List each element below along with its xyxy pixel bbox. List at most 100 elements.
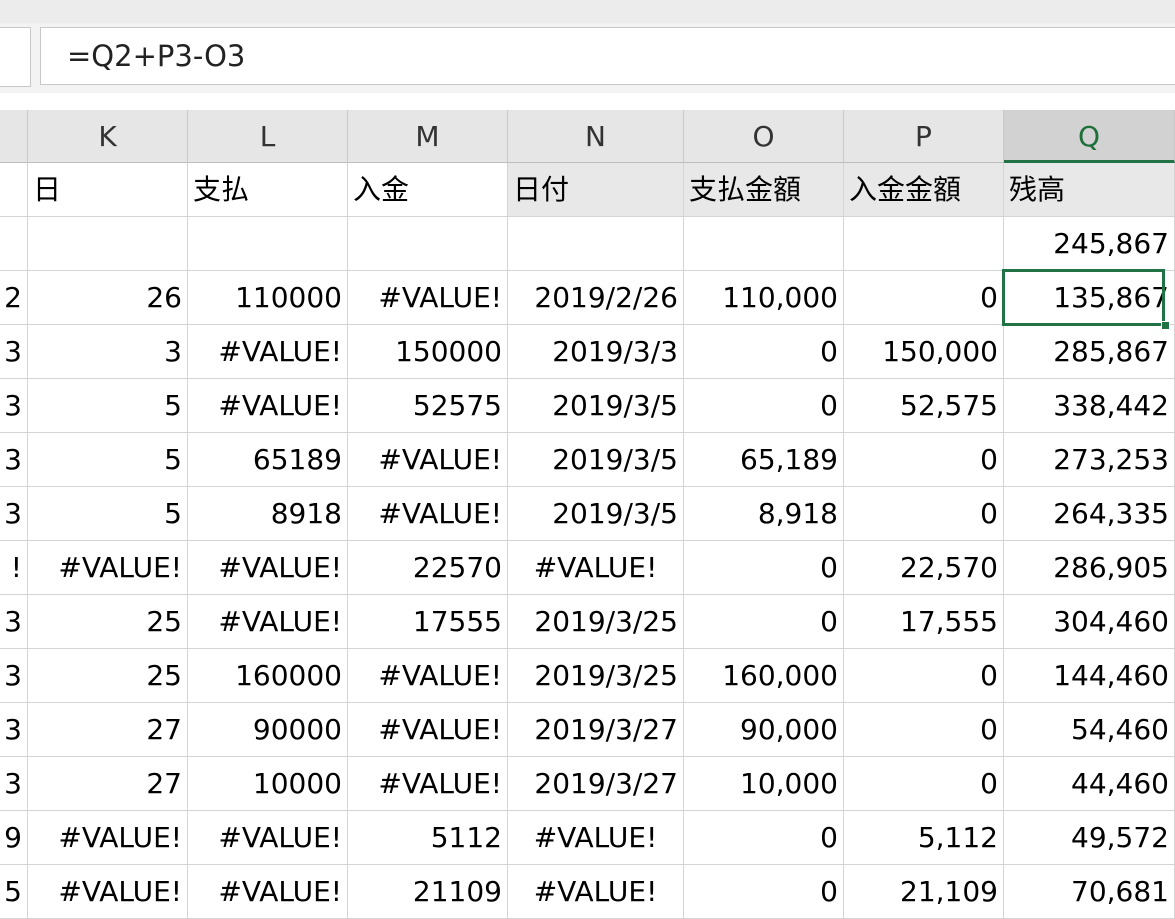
- cell-l[interactable]: #VALUE!: [188, 811, 348, 865]
- cell-o[interactable]: 0: [684, 811, 844, 865]
- cell-q[interactable]: 70,681: [1004, 865, 1175, 919]
- cell-m[interactable]: 150000: [348, 325, 508, 379]
- cell-k[interactable]: 25: [28, 595, 188, 649]
- cell-m[interactable]: #VALUE!: [348, 433, 508, 487]
- cell-m[interactable]: 21109: [348, 865, 508, 919]
- cell-j[interactable]: [0, 217, 28, 271]
- cell-l[interactable]: #VALUE!: [188, 865, 348, 919]
- cell-o[interactable]: 0: [684, 541, 844, 595]
- cell-l[interactable]: 90000: [188, 703, 348, 757]
- cell-p[interactable]: 52,575: [844, 379, 1004, 433]
- cell-q[interactable]: 286,905: [1004, 541, 1175, 595]
- cell-j[interactable]: 9: [0, 811, 28, 865]
- column-header-n[interactable]: N: [508, 110, 684, 163]
- cell-l[interactable]: 10000: [188, 757, 348, 811]
- cell-j[interactable]: 3: [0, 487, 28, 541]
- cell-m[interactable]: 17555: [348, 595, 508, 649]
- cell-o[interactable]: 0: [684, 325, 844, 379]
- cell-q[interactable]: 44,460: [1004, 757, 1175, 811]
- cell-m[interactable]: #VALUE!: [348, 757, 508, 811]
- cell-q[interactable]: 245,867: [1004, 217, 1175, 271]
- cell-o[interactable]: 0: [684, 595, 844, 649]
- cell-n[interactable]: 2019/3/5: [508, 433, 684, 487]
- cell-p[interactable]: 150,000: [844, 325, 1004, 379]
- cell-j[interactable]: 3: [0, 595, 28, 649]
- cell-q[interactable]: 338,442: [1004, 379, 1175, 433]
- cell-q[interactable]: 144,460: [1004, 649, 1175, 703]
- cell-j[interactable]: !: [0, 541, 28, 595]
- cell-p[interactable]: 0: [844, 487, 1004, 541]
- column-header-l[interactable]: L: [188, 110, 348, 163]
- cell-k[interactable]: #VALUE!: [28, 541, 188, 595]
- cell-n[interactable]: [508, 217, 684, 271]
- cell-n[interactable]: 2019/3/5: [508, 379, 684, 433]
- cell-q[interactable]: 54,460: [1004, 703, 1175, 757]
- column-header-j[interactable]: [0, 110, 28, 163]
- cell-p[interactable]: 21,109: [844, 865, 1004, 919]
- cell-l[interactable]: #VALUE!: [188, 325, 348, 379]
- cell-k[interactable]: #VALUE!: [28, 811, 188, 865]
- cell-j[interactable]: 3: [0, 757, 28, 811]
- cell-p[interactable]: 0: [844, 433, 1004, 487]
- cell-o[interactable]: 0: [684, 379, 844, 433]
- cell-j[interactable]: 5: [0, 865, 28, 919]
- cell-n[interactable]: 2019/3/3: [508, 325, 684, 379]
- cell-p[interactable]: 入金金額: [844, 163, 1004, 217]
- cell-m[interactable]: 5112: [348, 811, 508, 865]
- cell-o[interactable]: 110,000: [684, 271, 844, 325]
- cell-l[interactable]: 110000: [188, 271, 348, 325]
- cell-j[interactable]: 3: [0, 433, 28, 487]
- cell-l[interactable]: 支払: [188, 163, 348, 217]
- cell-q[interactable]: 264,335: [1004, 487, 1175, 541]
- cell-m[interactable]: #VALUE!: [348, 487, 508, 541]
- cell-k[interactable]: 3: [28, 325, 188, 379]
- cell-j[interactable]: 3: [0, 325, 28, 379]
- cell-k[interactable]: #VALUE!: [28, 865, 188, 919]
- cell-n[interactable]: 2019/3/25: [508, 595, 684, 649]
- cell-j[interactable]: [0, 163, 28, 217]
- cell-n[interactable]: 2019/3/27: [508, 703, 684, 757]
- cell-p[interactable]: 17,555: [844, 595, 1004, 649]
- cell-l[interactable]: 65189: [188, 433, 348, 487]
- cell-j[interactable]: 3: [0, 649, 28, 703]
- cell-o[interactable]: 90,000: [684, 703, 844, 757]
- cell-m[interactable]: 入金: [348, 163, 508, 217]
- cell-p[interactable]: 0: [844, 271, 1004, 325]
- cell-o[interactable]: 支払金額: [684, 163, 844, 217]
- column-header-m[interactable]: M: [348, 110, 508, 163]
- cell-l[interactable]: #VALUE!: [188, 541, 348, 595]
- cell-o[interactable]: 160,000: [684, 649, 844, 703]
- cell-m[interactable]: [348, 217, 508, 271]
- cell-l[interactable]: 8918: [188, 487, 348, 541]
- cell-q[interactable]: 49,572: [1004, 811, 1175, 865]
- column-header-q[interactable]: Q: [1004, 110, 1175, 163]
- cell-m[interactable]: #VALUE!: [348, 649, 508, 703]
- cell-j[interactable]: 3: [0, 379, 28, 433]
- cell-k[interactable]: [28, 217, 188, 271]
- formula-bar[interactable]: =Q2+P3-O3: [40, 27, 1175, 85]
- cell-p[interactable]: 0: [844, 649, 1004, 703]
- cell-l[interactable]: 160000: [188, 649, 348, 703]
- cell-o[interactable]: [684, 217, 844, 271]
- cell-n[interactable]: 2019/2/26: [508, 271, 684, 325]
- cell-p[interactable]: [844, 217, 1004, 271]
- cell-n[interactable]: 2019/3/27: [508, 757, 684, 811]
- cell-q[interactable]: 304,460: [1004, 595, 1175, 649]
- cell-n[interactable]: 日付: [508, 163, 684, 217]
- cell-n[interactable]: #VALUE!: [508, 541, 684, 595]
- column-header-p[interactable]: P: [844, 110, 1004, 163]
- cell-q[interactable]: 285,867: [1004, 325, 1175, 379]
- cell-n[interactable]: #VALUE!: [508, 865, 684, 919]
- cell-l[interactable]: [188, 217, 348, 271]
- cell-k[interactable]: 5: [28, 379, 188, 433]
- cell-p[interactable]: 0: [844, 703, 1004, 757]
- cell-o[interactable]: 0: [684, 865, 844, 919]
- fill-handle[interactable]: [1161, 321, 1170, 330]
- cell-m[interactable]: #VALUE!: [348, 271, 508, 325]
- cell-m[interactable]: 22570: [348, 541, 508, 595]
- cell-k[interactable]: 5: [28, 487, 188, 541]
- cell-l[interactable]: #VALUE!: [188, 379, 348, 433]
- cell-k[interactable]: 27: [28, 757, 188, 811]
- cell-l[interactable]: #VALUE!: [188, 595, 348, 649]
- column-header-k[interactable]: K: [28, 110, 188, 163]
